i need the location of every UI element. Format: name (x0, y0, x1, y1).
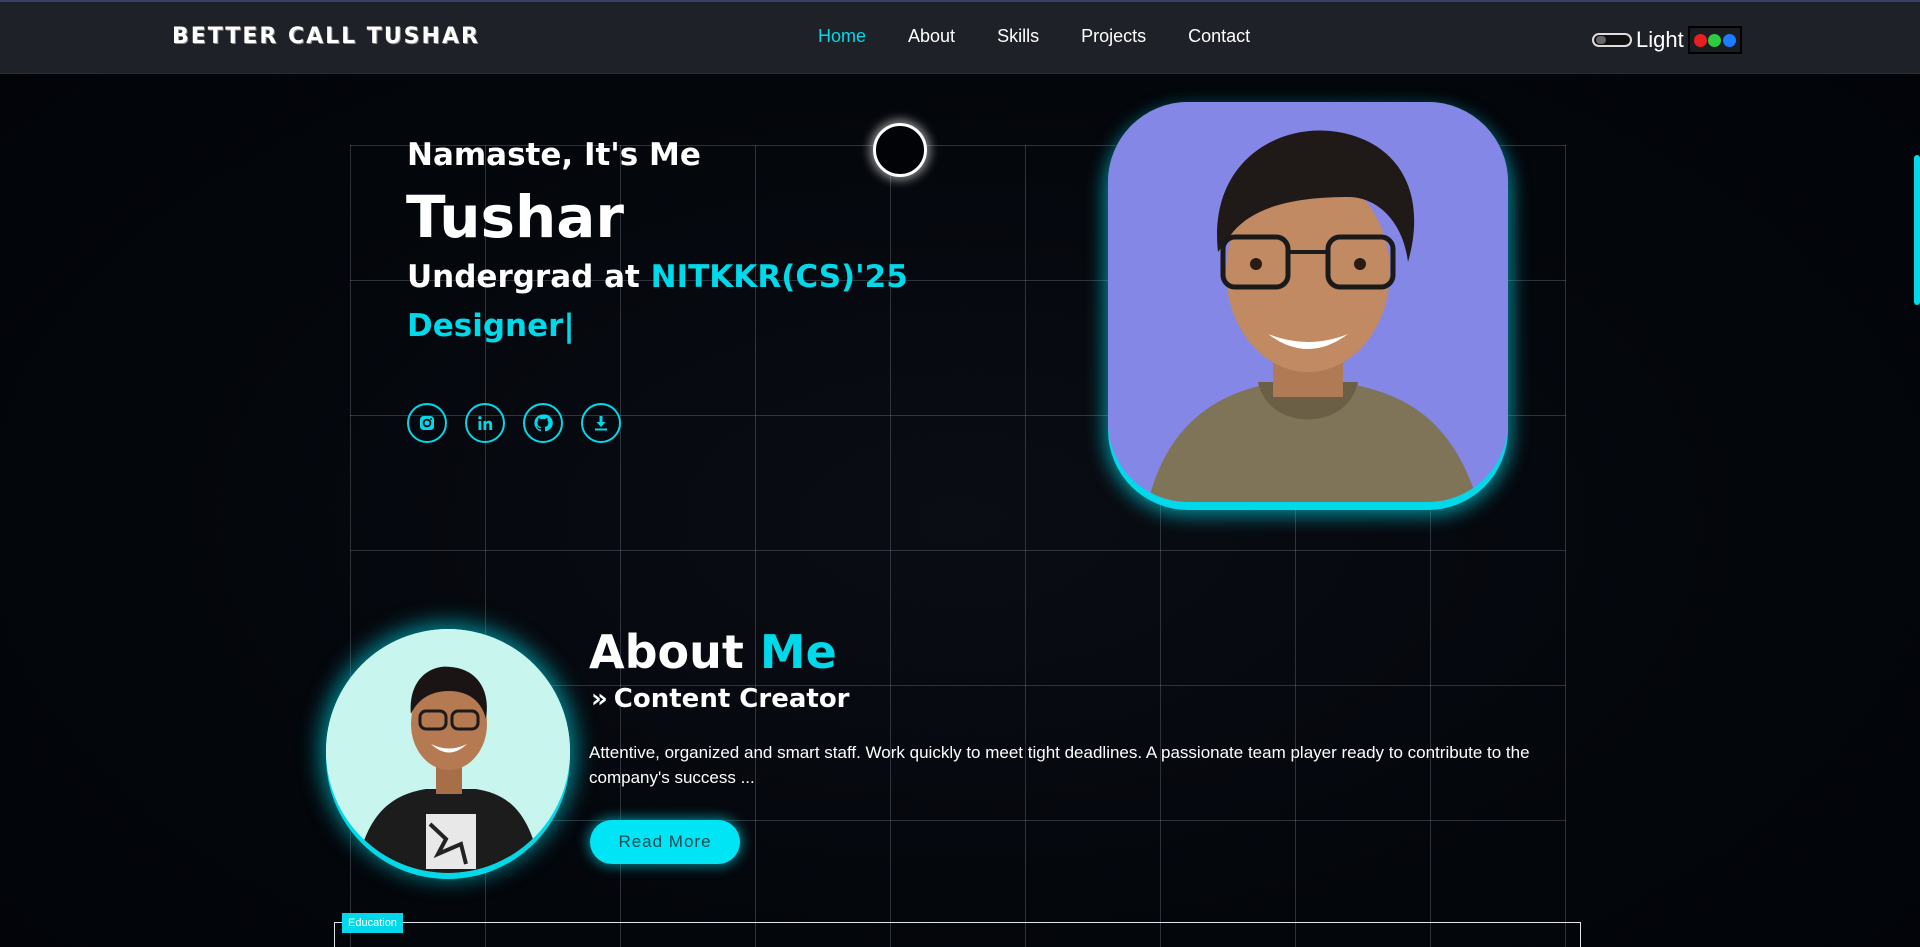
site-logo[interactable]: BETTER CALL TUSHAR (172, 24, 480, 49)
about-subtitle-text: Content Creator (613, 684, 850, 714)
linkedin-icon (478, 416, 493, 430)
palette-blue-dot[interactable] (1722, 33, 1736, 47)
color-palette-picker[interactable] (1687, 26, 1742, 54)
nav-projects[interactable]: Projects (1081, 26, 1146, 47)
about-portrait-illustration (326, 629, 570, 873)
nav-about[interactable]: About (908, 26, 955, 47)
linkedin-link[interactable] (465, 403, 505, 443)
about-title: About Me (589, 625, 837, 679)
instagram-link[interactable] (407, 403, 447, 443)
social-links (407, 403, 639, 443)
nav-skills[interactable]: Skills (997, 26, 1039, 47)
scrollbar-thumb[interactable] (1914, 155, 1920, 305)
download-resume-link[interactable] (581, 403, 621, 443)
about-title-highlight: Me (759, 625, 837, 679)
palette-green-dot[interactable] (1708, 33, 1722, 47)
download-icon (595, 416, 607, 431)
about-subtitle: » Content Creator (591, 684, 850, 714)
main-nav: Home About Skills Projects Contact (818, 26, 1292, 47)
hero-role-prefix: Undergrad at (407, 259, 651, 295)
hero-portrait-illustration (1108, 102, 1508, 502)
read-more-button[interactable]: Read More (590, 820, 740, 864)
github-link[interactable] (523, 403, 563, 443)
cursor-orb (873, 123, 927, 177)
theme-label: Light (1636, 27, 1684, 52)
education-tag: Education (342, 913, 403, 933)
hero-typed-text: Designer| (407, 308, 575, 344)
hero-role-highlight: NITKKR(CS)'25 (650, 259, 908, 295)
about-description: Attentive, organized and smart staff. Wo… (589, 743, 1530, 787)
theme-controls: Light (1592, 26, 1742, 54)
instagram-icon (420, 416, 434, 430)
hero-role: Undergrad at NITKKR(CS)'25 (407, 259, 908, 295)
hero-name: Tushar (406, 183, 625, 251)
github-icon (534, 414, 553, 432)
double-chevron-right-icon: » (591, 684, 608, 714)
about-profile-photo (326, 629, 570, 873)
hero-profile-photo (1108, 102, 1508, 502)
site-header: BETTER CALL TUSHAR Home About Skills Pro… (0, 2, 1920, 74)
hero-greeting: Namaste, It's Me (407, 137, 701, 173)
nav-home[interactable]: Home (818, 26, 866, 47)
about-title-text: About (589, 625, 760, 679)
theme-toggle[interactable] (1592, 33, 1632, 47)
nav-contact[interactable]: Contact (1188, 26, 1250, 47)
palette-red-dot[interactable] (1693, 33, 1707, 47)
education-section-frame (334, 922, 1581, 947)
